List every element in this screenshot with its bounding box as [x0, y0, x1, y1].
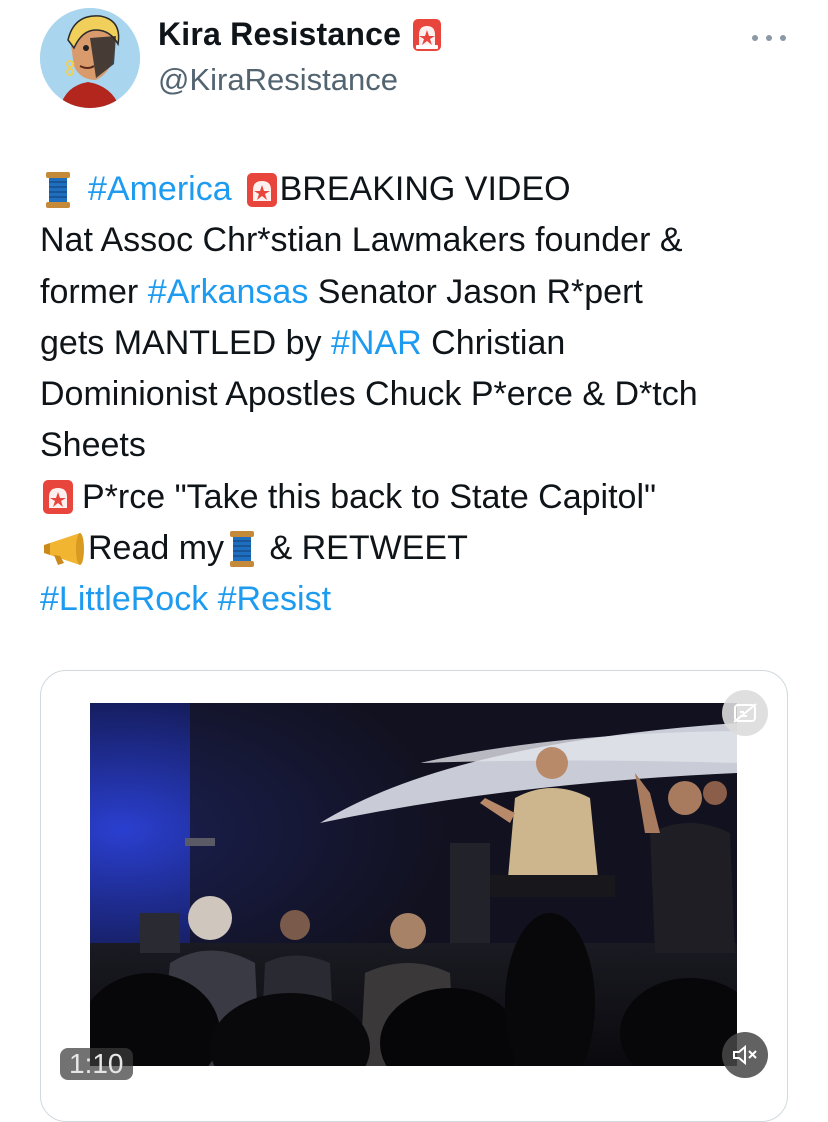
tweet-header: Kira Resistance @KiraResistance [0, 0, 828, 130]
author-handle[interactable]: @KiraResistance [158, 62, 398, 98]
megaphone-icon [40, 529, 88, 569]
tweet-line-1: #America BREAKING VIDEO [40, 164, 800, 215]
tweet-line-text: Read my [88, 529, 225, 568]
speaker-muted-icon[interactable] [722, 1032, 768, 1078]
tweet-line-6: Sheets [40, 420, 800, 471]
hashtag-nar[interactable]: #NAR [331, 318, 422, 369]
hashtag-arkansas[interactable]: #Arkansas [148, 267, 309, 318]
tweet-line-text: & RETWEET [260, 529, 468, 568]
police-siren-icon [40, 477, 76, 517]
hashtags-littlerock-resist[interactable]: #LittleRock #Resist [40, 574, 331, 625]
tweet-line-text: Sheets [40, 426, 146, 465]
tweet-line-text: Senator Jason R*pert [308, 272, 643, 311]
tweet-line-7: P*rce "Take this back to State Capitol" [40, 472, 800, 523]
hashtag-america[interactable]: #America [88, 164, 232, 215]
tweet-line-2: Nat Assoc Chr*stian Lawmakers founder & [40, 215, 800, 266]
video-player[interactable] [90, 703, 737, 1066]
tweet-line-text: former [40, 272, 148, 311]
tweet-line-5: Dominionist Apostles Chuck P*erce & D*tc… [40, 369, 800, 420]
tweet-text: #America BREAKING VIDEO Nat Assoc Chr*st… [40, 164, 800, 626]
tweet-line-text: Dominionist Apostles Chuck P*erce & D*tc… [40, 375, 698, 414]
avatar[interactable] [40, 8, 140, 108]
author-row: Kira Resistance [158, 16, 443, 53]
tweet-line-text: gets MANTLED by [40, 323, 331, 362]
police-siren-icon [244, 170, 280, 210]
tweet-line-3: former #Arkansas Senator Jason R*pert [40, 267, 800, 318]
captions-off-icon[interactable] [722, 690, 768, 736]
tweet-line-8: Read my & RETWEET [40, 523, 800, 574]
more-dots-icon[interactable] [752, 30, 786, 46]
video-duration: 1:10 [60, 1048, 133, 1080]
spool-icon [224, 529, 260, 569]
tweet-line-9: #LittleRock #Resist [40, 574, 800, 625]
tweet-line-text: P*rce "Take this back to State Capitol" [82, 477, 657, 516]
tweet-line-text: Christian [421, 323, 566, 362]
author-name[interactable]: Kira Resistance [158, 16, 401, 53]
breaking-video-text: BREAKING VIDEO [279, 170, 571, 208]
tweet-line-4: gets MANTLED by #NAR Christian [40, 318, 800, 369]
spool-icon [40, 170, 76, 210]
tweet-line-text: Nat Assoc Chr*stian Lawmakers founder & [40, 221, 683, 260]
police-siren-icon [411, 17, 443, 53]
